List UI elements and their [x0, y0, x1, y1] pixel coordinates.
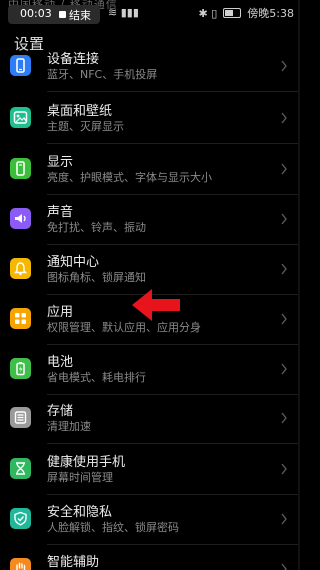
chevron-right-icon	[281, 412, 287, 424]
stop-icon	[59, 11, 66, 18]
device-connect-icon	[16, 58, 25, 73]
chevron-right-icon	[281, 363, 287, 375]
settings-item-2[interactable]: 桌面和壁纸 主题、灭屏显示	[0, 94, 300, 144]
chevron-right-icon	[281, 60, 287, 72]
shield-icon	[14, 511, 27, 526]
settings-item-label: 桌面和壁纸	[47, 104, 113, 119]
storage-icon	[14, 411, 27, 424]
settings-item-4[interactable]: 声音 免打扰、铃声、振动	[0, 195, 300, 245]
device-connect-tile	[10, 55, 31, 76]
settings-item-label: 健康使用手机	[47, 455, 126, 470]
sound-icon	[15, 214, 26, 223]
chevron-right-icon	[281, 313, 287, 325]
chevron-right-icon	[281, 112, 287, 124]
status-right: ✱ ▯ 傍晚5:38	[199, 5, 294, 21]
settings-item-subtitle: 清理加速	[47, 420, 91, 433]
chevron-right-icon	[281, 163, 287, 175]
settings-item-11[interactable]: 智能辅助无障碍、智慧识屏、手势控制	[0, 545, 300, 570]
apps-icon	[15, 313, 26, 324]
row-divider	[47, 91, 300, 92]
red-arrow-annotation	[132, 289, 180, 321]
wallpaper-icon	[13, 111, 28, 124]
scroll-edge	[298, 0, 300, 570]
chevron-right-icon	[281, 263, 287, 275]
row-divider	[47, 143, 300, 144]
battery-tile	[10, 358, 31, 379]
record-end-button[interactable]: 结束	[69, 7, 91, 23]
settings-item-label: 声音	[47, 205, 74, 220]
shield-tile	[10, 508, 31, 529]
bluetooth-icon: ✱	[198, 7, 208, 20]
chevron-right-icon	[281, 513, 287, 525]
settings-item-10[interactable]: 安全和隐私 人脸解锁、指纹、锁屏密码	[0, 495, 300, 545]
chevron-right-icon	[281, 563, 287, 570]
status-time: 傍晚5:38	[247, 7, 294, 20]
battery-status-icon	[222, 8, 241, 18]
storage-tile	[10, 407, 31, 428]
hourglass-tile	[10, 458, 31, 479]
settings-item-label: 安全和隐私	[47, 505, 113, 520]
notification-tile	[10, 258, 31, 279]
settings-item-label: 通知中心	[47, 255, 100, 270]
settings-item-8[interactable]: 存储 清理加速	[0, 394, 300, 444]
display-tile	[10, 158, 31, 179]
settings-item-subtitle: 免打扰、铃声、振动	[47, 221, 146, 234]
settings-item-subtitle: 主题、灭屏显示	[47, 120, 124, 133]
chevron-right-icon	[281, 213, 287, 225]
hand-tile	[10, 558, 31, 570]
settings-item-subtitle: 图标角标、锁屏通知	[47, 271, 146, 284]
display-icon	[16, 161, 25, 176]
settings-screen: 中国移动 / 移动通信 00:03 结束 ≋ ▮▮▮ ✱ ▯ 傍晚5:38 设置…	[0, 0, 300, 570]
battery-icon	[16, 362, 25, 376]
hourglass-icon	[16, 462, 25, 475]
settings-item-9[interactable]: 健康使用手机 屏幕时间管理	[0, 445, 300, 495]
wallpaper-tile	[10, 107, 31, 128]
settings-item-subtitle: 屏幕时间管理	[47, 471, 113, 484]
settings-item-label: 智能辅助	[47, 555, 100, 570]
apps-tile	[10, 308, 31, 329]
settings-item-label: 设备连接	[47, 52, 100, 67]
hand-icon	[16, 562, 26, 570]
wifi-signal-icons: ≋ ▮▮▮	[108, 6, 139, 19]
settings-item-subtitle: 蓝牙、NFC、手机投屏	[47, 68, 158, 81]
settings-item-label: 应用	[47, 305, 74, 320]
settings-item-3[interactable]: 显示 亮度、护眼模式、字体与显示大小	[0, 145, 300, 195]
chevron-right-icon	[281, 463, 287, 475]
record-time: 00:03	[20, 7, 52, 20]
settings-item-label: 存储	[47, 404, 74, 419]
settings-item-label: 显示	[47, 155, 74, 170]
settings-item-subtitle: 亮度、护眼模式、字体与显示大小	[47, 171, 212, 184]
settings-item-1[interactable]: 设备连接 蓝牙、NFC、手机投屏	[0, 42, 300, 92]
row-divider	[47, 443, 300, 444]
settings-item-subtitle: 人脸解锁、指纹、锁屏密码	[47, 521, 179, 534]
sound-tile	[10, 208, 31, 229]
settings-item-label: 电池	[47, 355, 74, 370]
screen-record-pill[interactable]: 00:03 结束	[8, 5, 100, 24]
notification-icon	[13, 262, 28, 276]
status-bar: 中国移动 / 移动通信 00:03 结束 ≋ ▮▮▮ ✱ ▯ 傍晚5:38	[0, 0, 300, 26]
settings-item-7[interactable]: 电池 省电模式、耗电排行	[0, 345, 300, 395]
vibrate-icon: ▯	[211, 7, 218, 20]
settings-item-subtitle: 省电模式、耗电排行	[47, 371, 146, 384]
